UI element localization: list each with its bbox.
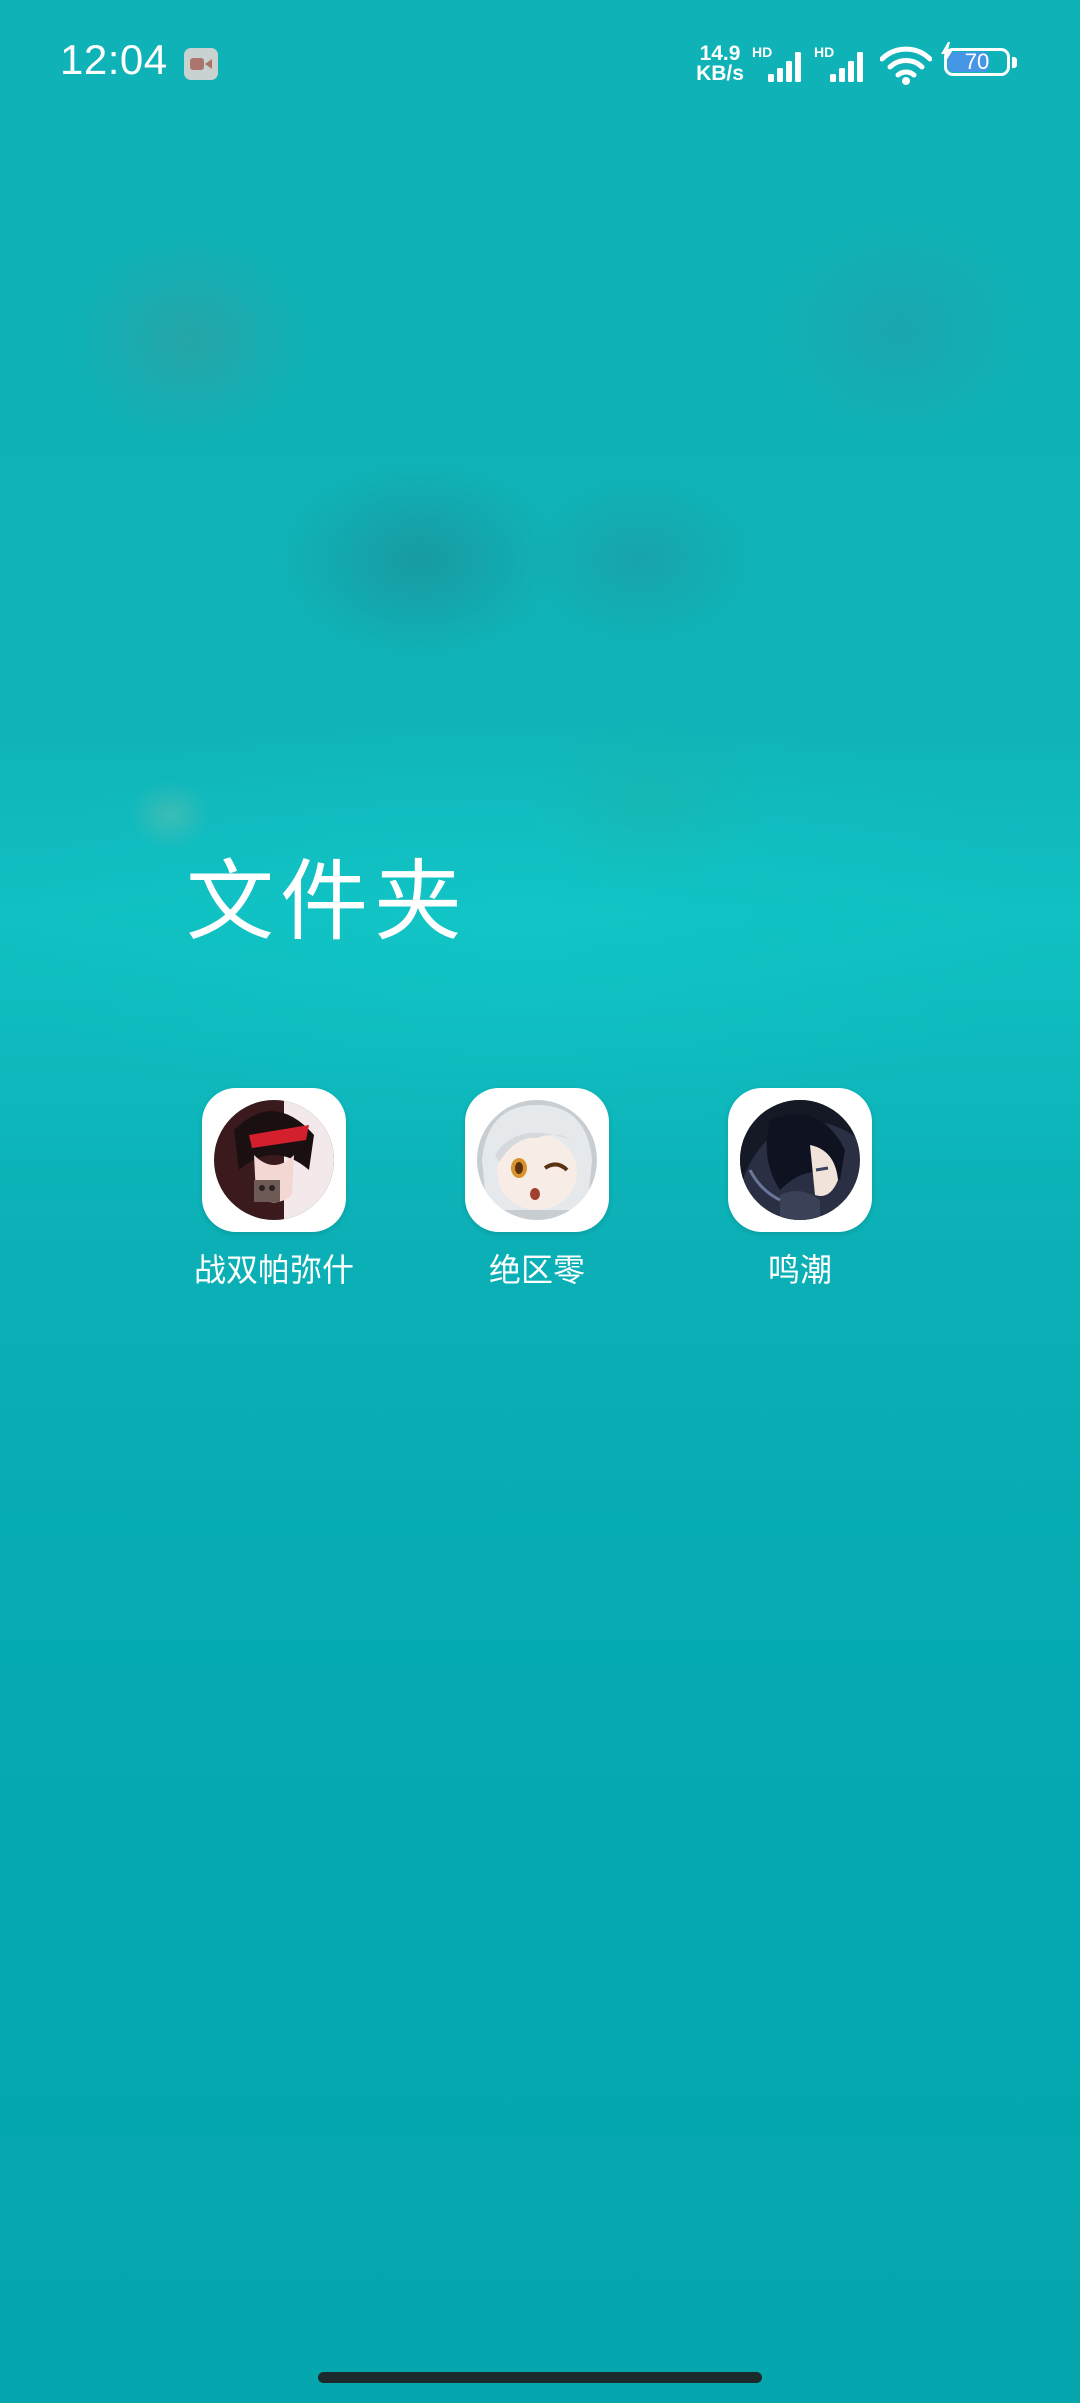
sim2-signal: HD bbox=[814, 44, 874, 84]
network-speed-unit: KB/s bbox=[696, 62, 744, 85]
wuthering-waves-app-icon[interactable] bbox=[728, 1088, 872, 1232]
app-wuthering-waves[interactable]: 鸣潮 bbox=[705, 1088, 895, 1290]
signal-icon bbox=[768, 52, 801, 82]
charging-icon bbox=[941, 42, 953, 64]
zenless-zone-zero-app-icon[interactable] bbox=[465, 1088, 609, 1232]
app-label: 绝区零 bbox=[488, 1251, 585, 1289]
punishing-gray-raven-app-icon[interactable] bbox=[202, 1088, 346, 1232]
wifi-icon bbox=[880, 46, 932, 85]
folder-title: 文件夹 bbox=[186, 850, 469, 953]
battery-indicator: 70 bbox=[941, 42, 1017, 80]
signal-icon bbox=[830, 52, 863, 82]
sim1-signal: HD bbox=[752, 44, 812, 84]
status-time: 12:04 bbox=[60, 36, 168, 83]
home-indicator[interactable] bbox=[318, 2372, 762, 2383]
battery-cap bbox=[1012, 57, 1017, 68]
network-speed: 14.9 KB/s bbox=[690, 42, 750, 85]
network-speed-value: 14.9 bbox=[699, 42, 741, 65]
app-label: 鸣潮 bbox=[767, 1251, 832, 1289]
app-label: 战双帕弥什 bbox=[193, 1251, 354, 1289]
app-punishing-gray-raven[interactable]: 战双帕弥什 bbox=[179, 1088, 369, 1290]
status-bar: 12:04 14.9 KB/s HD HD 70 bbox=[0, 0, 1080, 130]
app-zenless-zone-zero[interactable]: 绝区零 bbox=[442, 1088, 632, 1290]
screen-record-icon bbox=[184, 48, 218, 80]
